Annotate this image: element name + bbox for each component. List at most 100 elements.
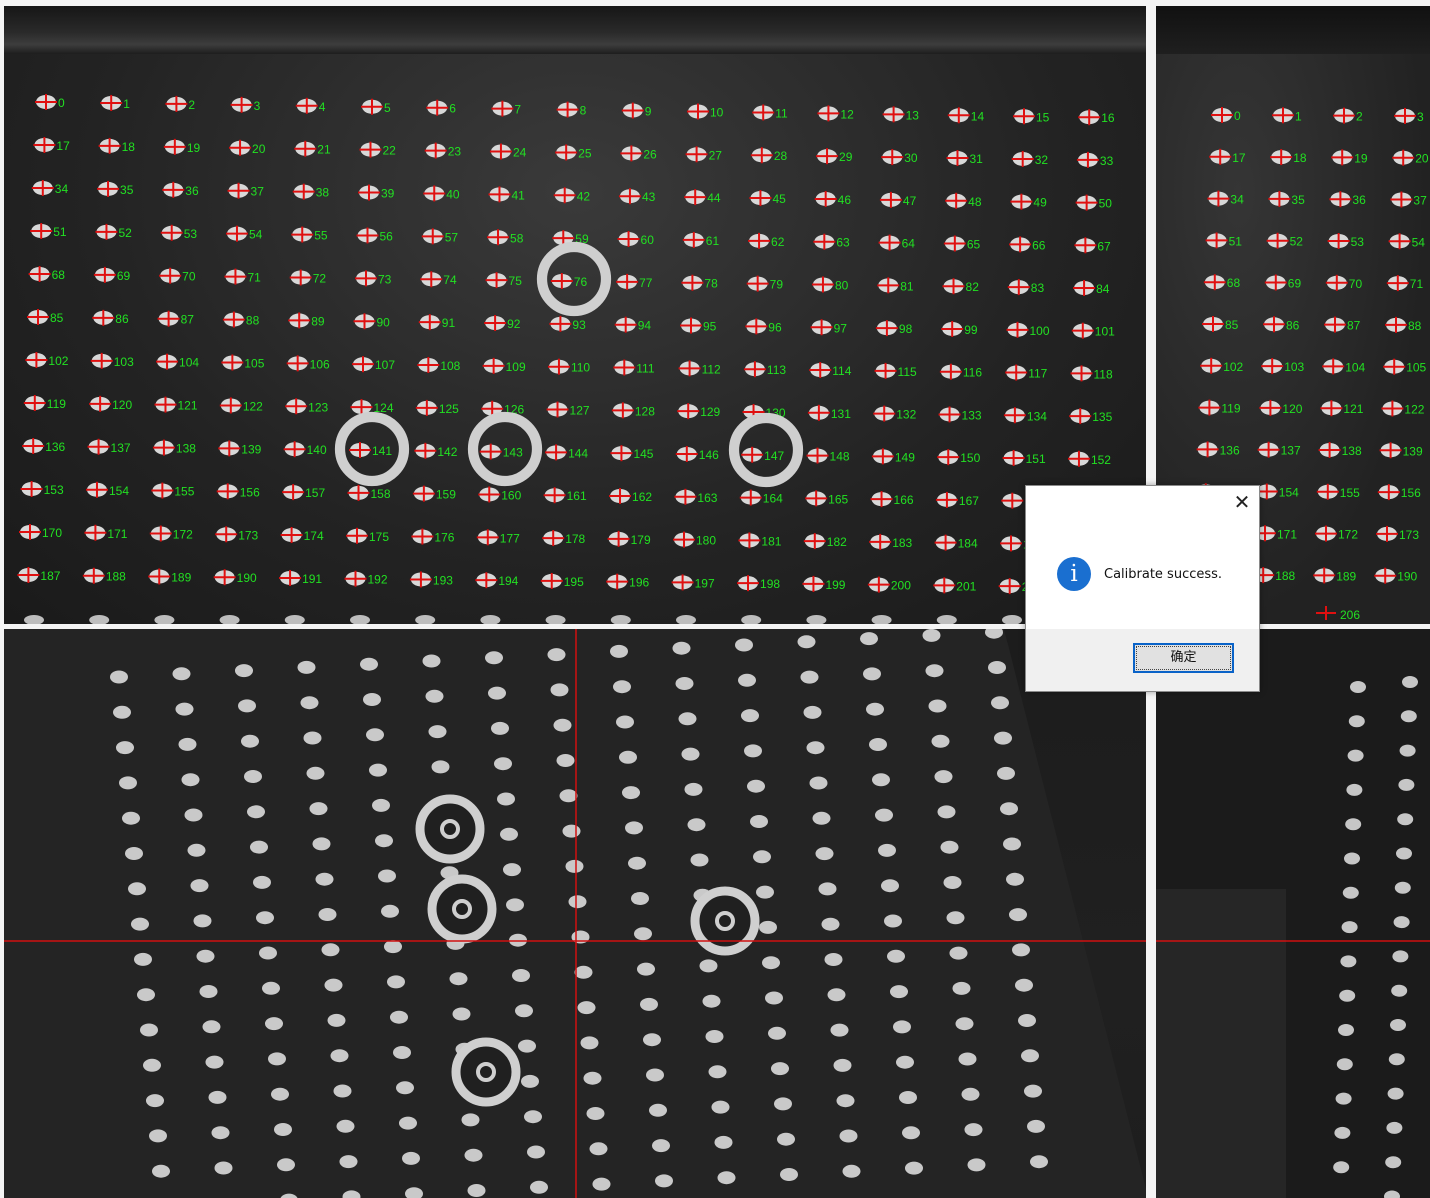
plate-dot: [89, 615, 110, 624]
plate-dot: [480, 615, 501, 624]
plate-dot: [1400, 710, 1417, 723]
plate-dot: [821, 917, 840, 931]
calibration-point: 174: [280, 527, 324, 544]
calibration-point: 35: [1268, 190, 1305, 207]
plate-dot: [1030, 1155, 1048, 1169]
calibration-point: 38: [292, 183, 329, 200]
calibration-point: 39: [358, 184, 395, 201]
point-label: 134: [1027, 409, 1047, 423]
live-dot-grid-right: [1156, 676, 1430, 1198]
plate-dot: [690, 853, 709, 867]
plate-dot: [1396, 847, 1412, 860]
plate-dot: [360, 657, 378, 671]
point-label: 156: [1401, 486, 1421, 500]
plate-dot: [699, 959, 718, 973]
calibration-point: 88: [222, 311, 260, 328]
point-label: 173: [238, 528, 258, 542]
calibration-point: 188: [82, 567, 126, 584]
point-label: 105: [244, 357, 264, 371]
point-label: 77: [639, 276, 653, 290]
point-label: 206: [1340, 608, 1360, 622]
ok-button[interactable]: 确定: [1133, 643, 1234, 673]
plate-dot: [503, 863, 521, 877]
calibration-point: 47: [879, 191, 917, 208]
point-label: 125: [439, 402, 459, 416]
close-icon[interactable]: ✕: [1231, 492, 1253, 514]
reference-ring: [451, 1037, 521, 1107]
point-label: 48: [968, 195, 982, 209]
point-label: 22: [383, 144, 397, 158]
point-label: 32: [1035, 153, 1049, 167]
plate-dot: [333, 1084, 352, 1098]
camera-view-bottom-right: [1156, 629, 1430, 1198]
plate-dot: [702, 994, 721, 1008]
plate-dot: [988, 661, 1006, 674]
point-label: 53: [184, 227, 198, 241]
calibration-point: 182: [803, 533, 847, 550]
point-label: 71: [247, 271, 261, 285]
plate-dot: [1394, 881, 1411, 894]
calibration-point: 57: [421, 228, 458, 245]
point-label: 179: [631, 533, 651, 547]
plate-dot: [146, 1094, 164, 1108]
point-label: 20: [252, 142, 266, 156]
plate-dot: [1385, 1156, 1402, 1169]
calibration-point: 43: [618, 188, 656, 205]
calibration-point: 135: [1069, 408, 1113, 425]
calibration-point: 155: [1316, 483, 1360, 500]
calibration-point: 107: [352, 356, 395, 373]
plate-dot: [518, 1039, 536, 1053]
plate-dot: [1399, 744, 1416, 757]
plate-dot: [497, 792, 515, 806]
reference-ring: [415, 794, 485, 864]
info-icon: i: [1057, 557, 1091, 591]
calibration-point: 154: [1255, 483, 1299, 500]
point-label: 91: [442, 316, 456, 330]
point-label: 102: [48, 354, 68, 368]
point-label: 34: [1230, 193, 1244, 207]
live-dot-grid: [4, 629, 1146, 1198]
calibration-point: 86: [92, 309, 129, 326]
plate-dot: [562, 824, 581, 838]
plate-dot: [869, 738, 887, 751]
point-label: 112: [702, 362, 721, 376]
point-label: 103: [114, 355, 134, 369]
calibration-point: 63: [813, 233, 850, 250]
plate-dot: [800, 670, 819, 684]
point-label: 120: [1282, 402, 1302, 416]
point-label: 19: [187, 141, 201, 155]
plate-dot: [134, 952, 152, 966]
plate-dot: [449, 972, 468, 986]
calibration-point: 70: [1325, 274, 1362, 291]
point-label: 78: [704, 277, 718, 291]
plate-dot: [936, 615, 957, 624]
plate-dot: [1024, 1084, 1042, 1098]
plate-dot: [1393, 916, 1410, 929]
plate-dot: [428, 725, 447, 739]
plate-dot: [994, 731, 1012, 745]
point-label: 113: [767, 363, 786, 377]
plate-dot: [756, 885, 774, 899]
calibration-point: 83: [1007, 279, 1044, 296]
point-label: 37: [1413, 194, 1427, 208]
point-label: 154: [1279, 486, 1299, 500]
plate-dot: [425, 689, 444, 703]
plate-dot: [259, 946, 277, 960]
point-label: 90: [377, 315, 391, 329]
plate-dot: [312, 837, 331, 851]
plate-dot: [122, 811, 140, 825]
plate-dot: [113, 705, 131, 719]
plate-dot: [684, 782, 703, 796]
point-label: 11: [775, 106, 788, 120]
point-label: 114: [832, 364, 851, 378]
point-label: 181: [761, 534, 781, 548]
calibration-point: 75: [485, 272, 522, 289]
point-label: 85: [1225, 318, 1239, 332]
calibration-point: 31: [946, 150, 983, 167]
point-label: 183: [892, 536, 912, 550]
plate-dot: [527, 1145, 545, 1159]
calibration-point: 51: [1205, 232, 1242, 249]
calibration-point: 21: [294, 140, 331, 157]
calibration-point: 148: [806, 447, 850, 464]
point-label: 0: [58, 96, 65, 110]
